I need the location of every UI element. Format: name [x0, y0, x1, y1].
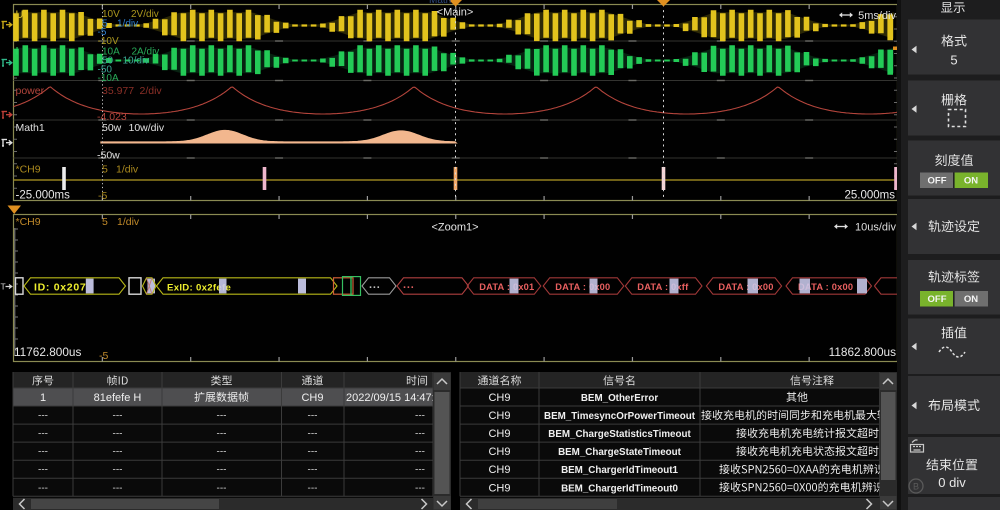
svg-text:ON: ON: [964, 176, 978, 187]
svg-text:---: ---: [308, 465, 318, 476]
svg-text:5: 5: [102, 164, 108, 176]
svg-text:BEM_ChargerIdTimeout0: BEM_ChargerIdTimeout0: [561, 483, 678, 494]
svg-text:25.000ms: 25.000ms: [844, 190, 895, 202]
svg-text:-10V: -10V: [98, 36, 119, 47]
svg-text:CH9: CH9: [488, 410, 510, 422]
svg-text:ID: 0x207: ID: 0x207: [34, 282, 86, 294]
svg-text:power: power: [16, 85, 45, 97]
svg-text:0 div: 0 div: [938, 475, 966, 490]
svg-text:CH9: CH9: [488, 464, 510, 476]
svg-text:---: ---: [217, 429, 227, 440]
svg-text:DATA : 0x01: DATA : 0x01: [479, 282, 534, 292]
svg-text:DATA : 0x00: DATA : 0x00: [718, 282, 773, 292]
svg-text:-50w: -50w: [97, 150, 120, 162]
svg-text:81efefe H: 81efefe H: [94, 392, 142, 404]
svg-text:10/div: 10/div: [123, 56, 150, 67]
svg-text:CH9: CH9: [488, 428, 510, 440]
svg-text:---: ---: [38, 429, 48, 440]
svg-text:---: ---: [415, 483, 425, 494]
svg-text:50w: 50w: [102, 122, 122, 134]
svg-text:---: ---: [38, 465, 48, 476]
svg-text:DATA : 0xff: DATA : 0xff: [637, 282, 689, 292]
svg-text:---: ---: [308, 447, 318, 458]
svg-text:CH9: CH9: [488, 446, 510, 458]
svg-text:---: ---: [415, 447, 425, 458]
svg-text:5: 5: [950, 53, 957, 68]
svg-text:1/div: 1/div: [117, 19, 138, 30]
svg-text:*CH9: *CH9: [16, 164, 41, 176]
svg-text:BEM_OtherError: BEM_OtherError: [581, 393, 658, 404]
svg-text:---: ---: [38, 411, 48, 422]
svg-text:---: ---: [113, 465, 123, 476]
svg-text:T: T: [1, 282, 6, 292]
svg-text:---: ---: [217, 483, 227, 494]
svg-text:ON: ON: [964, 294, 978, 305]
svg-text:2/div: 2/div: [140, 85, 163, 97]
svg-text:DATA : 0x00: DATA : 0x00: [555, 282, 610, 292]
svg-text:-10A: -10A: [98, 73, 119, 84]
svg-text:BEM_ChargeStateTimeout: BEM_ChargeStateTimeout: [558, 447, 682, 458]
svg-text:<Zoom1>: <Zoom1>: [431, 222, 478, 234]
svg-text:5: 5: [102, 216, 108, 228]
svg-text:*CH9: *CH9: [16, 216, 41, 228]
svg-text:---: ---: [217, 411, 227, 422]
svg-text:Math1: Math1: [16, 122, 45, 134]
svg-text:---: ---: [113, 411, 123, 422]
svg-text:---: ---: [308, 411, 318, 422]
svg-text:---: ---: [113, 429, 123, 440]
svg-text:---: ---: [38, 483, 48, 494]
svg-text:CH9: CH9: [488, 482, 510, 494]
svg-text:---: ---: [308, 483, 318, 494]
svg-text:---: ---: [113, 447, 123, 458]
svg-text:---: ---: [415, 465, 425, 476]
svg-text:10us/div: 10us/div: [855, 222, 896, 234]
svg-text:---: ---: [113, 483, 123, 494]
svg-text:BEM_TimesyncOrPowerTimeout: BEM_TimesyncOrPowerTimeout: [544, 411, 696, 422]
svg-text:11762.800us: 11762.800us: [14, 345, 81, 359]
svg-text:-5: -5: [99, 350, 108, 362]
svg-text:---: ---: [415, 411, 425, 422]
svg-text:1/div: 1/div: [117, 216, 140, 228]
svg-text:---: ---: [308, 429, 318, 440]
svg-text:10w/div: 10w/div: [129, 122, 165, 134]
svg-text:OFF: OFF: [928, 176, 947, 187]
svg-text:...: ...: [369, 279, 381, 291]
svg-text:11862.800us: 11862.800us: [829, 345, 896, 359]
svg-text:5ms/div: 5ms/div: [858, 10, 896, 22]
svg-text:---: ---: [217, 465, 227, 476]
svg-text:-5: -5: [98, 190, 107, 202]
svg-text:Math: Math: [429, 0, 451, 6]
svg-text:I: I: [16, 46, 19, 58]
svg-text:35.977: 35.977: [102, 85, 134, 97]
svg-text:2022/09/15 14:47:: 2022/09/15 14:47:: [346, 392, 435, 404]
svg-text:-25.000ms: -25.000ms: [16, 190, 71, 202]
svg-text:---: ---: [217, 447, 227, 458]
svg-text:---: ---: [38, 447, 48, 458]
svg-text:<Main>: <Main>: [437, 7, 474, 19]
svg-text:1/div: 1/div: [116, 164, 139, 176]
svg-text:U: U: [16, 9, 24, 21]
svg-text:B: B: [913, 482, 919, 492]
svg-text:1: 1: [40, 392, 46, 404]
svg-text:CH9: CH9: [488, 392, 510, 404]
svg-text:BEM_ChargeStatisticsTimeout: BEM_ChargeStatisticsTimeout: [548, 429, 691, 440]
svg-text:OFF: OFF: [928, 294, 947, 305]
svg-text:---: ---: [415, 429, 425, 440]
svg-text:CH9: CH9: [301, 392, 323, 404]
svg-text:...: ...: [403, 279, 415, 291]
svg-text:BEM_ChargerIdTimeout1: BEM_ChargerIdTimeout1: [561, 465, 678, 476]
